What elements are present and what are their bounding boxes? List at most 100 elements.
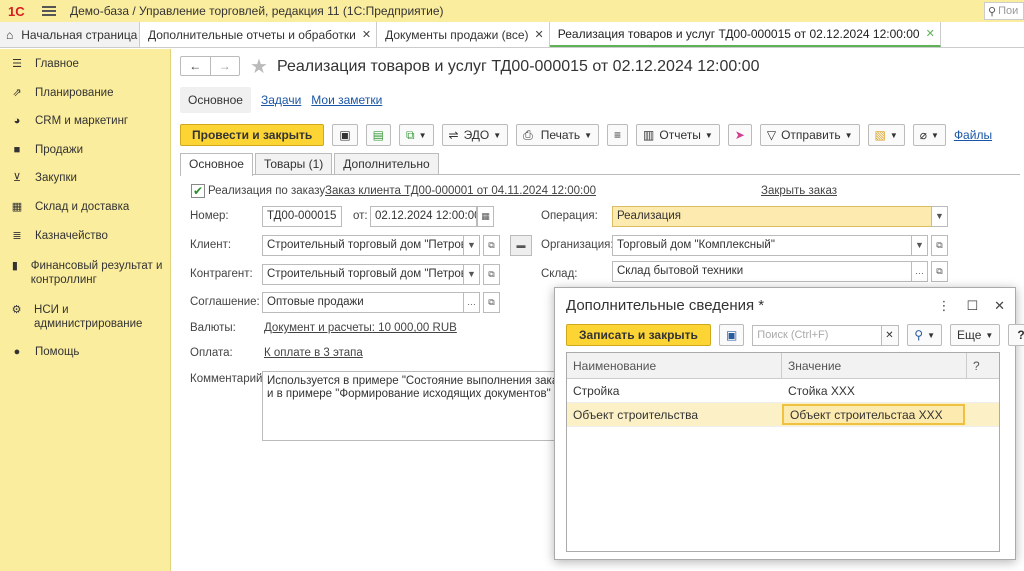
open-icon[interactable]: ⧉ [931,235,948,256]
sidebar-item-main[interactable]: ☰ Главное [0,49,170,78]
chevron-down-icon: ▼ [927,330,935,340]
chevron-down-icon[interactable]: ▼ [931,206,948,227]
agreement-field[interactable]: Оптовые продажи [262,292,464,313]
print-button[interactable]: ⎙ Печать ▼ [516,124,600,146]
row-value[interactable]: Стойка XXX [782,379,967,402]
open-icon[interactable]: ⧉ [931,261,948,282]
subnav-main[interactable]: Основное [180,87,251,113]
maximize-icon[interactable]: ☐ [966,298,978,314]
card-icon[interactable]: ▬ [510,235,532,256]
column-header-help[interactable]: ? [967,353,999,378]
chevron-down-icon: ▼ [985,330,994,340]
row-name: Объект строительства [573,408,699,422]
send-button[interactable]: ▽ Отправить ▼ [759,124,860,146]
sidebar-item-help[interactable]: ● Помощь [0,337,170,366]
ellipsis-icon[interactable]: … [911,261,928,282]
close-icon[interactable]: ✕ [535,28,544,41]
order-link[interactable]: Заказ клиента ТД00-000001 от 04.11.2024 … [325,185,596,197]
sidebar-item-finance[interactable]: ▮ Финансовый результат и контроллинг [0,249,170,293]
save-button[interactable]: ▣ [718,324,745,346]
structure-button[interactable]: ≡ [607,124,629,146]
more-vertical-icon[interactable]: ⋮ [937,298,950,314]
dialog-title: Дополнительные сведения * [566,297,765,314]
sidebar-item-purchases[interactable]: ⊻ Закупки [0,163,170,192]
column-header-value[interactable]: Значение [782,353,967,378]
main-menu-icon[interactable] [42,6,56,16]
operation-field[interactable]: Реализация [612,206,932,227]
menu-lines-icon: ☰ [12,58,22,70]
tab-additional-reports[interactable]: Дополнительные отчеты и обработки ✕ [140,22,378,47]
close-icon[interactable]: ✕ [994,298,1005,314]
help-button[interactable]: ? [1008,324,1024,346]
tab-sales-documents[interactable]: Документы продажи (все) ✕ [377,22,550,47]
dialog-search-input[interactable]: Поиск (Ctrl+F) [752,324,883,346]
number-label: Номер: [190,210,229,222]
warehouse-field[interactable]: Склад бытовой техники [612,261,912,282]
organization-field[interactable]: Торговый дом "Комплексный" [612,235,912,256]
attachments-menu-button[interactable]: ▧ ▼ [867,124,905,146]
more-button[interactable]: Еще ▼ [950,324,1001,346]
global-search-input[interactable]: ⚲ Пои [984,2,1024,20]
table-row[interactable]: Объект строительства Объект строительста… [567,403,999,427]
sidebar-item-planning[interactable]: ⇗ Планирование [0,78,170,107]
close-icon[interactable]: ✕ [362,28,371,41]
sidebar-item-treasury[interactable]: ≣ Казначейство [0,221,170,250]
chevron-down-icon: ▼ [931,130,939,140]
clip-button[interactable]: ⌀ ▼ [912,124,946,146]
cart-icon: ⊻ [12,172,22,185]
client-field[interactable]: Строительный торговый дом "Петрович" [262,235,464,256]
chevron-down-icon[interactable]: ▼ [463,264,480,285]
flow-button[interactable]: ➤ [727,124,752,146]
chevron-down-icon: ▼ [889,130,898,140]
sidebar-item-admin[interactable]: ⚙ НСИ и администрирование [0,293,170,337]
chevron-down-icon[interactable]: ▼ [911,235,928,256]
by-order-checkbox[interactable]: ✔ [191,184,205,198]
number-field[interactable]: ТД00-000015 [262,206,342,227]
tab-goods[interactable]: Товары (1) [254,153,333,174]
column-header-name[interactable]: Наименование [567,353,782,378]
form-subnav: Основное Задачи Мои заметки [180,87,382,113]
save-button[interactable]: ▣ [332,124,358,146]
additional-info-dialog: Дополнительные сведения * ⋮ ☐ ✕ Записать… [554,287,1024,560]
tab-additional[interactable]: Дополнительно [334,153,439,174]
open-icon[interactable]: ⧉ [483,264,500,285]
sidebar-item-crm[interactable]: ◕ CRM и маркетинг [0,106,170,135]
clear-search-button[interactable]: ✕ [881,324,900,346]
comment-field[interactable]: Используется в примере "Состояние выполн… [262,371,562,441]
tab-home[interactable]: ⌂ Начальная страница [0,22,140,47]
sidebar-item-sales[interactable]: ■ Продажи [0,135,170,164]
forward-arrow-icon[interactable]: → [211,57,240,75]
reports-button[interactable]: ▥ Отчеты ▼ [636,124,720,146]
create-based-on-button[interactable]: ⧉ ▼ [399,124,434,146]
open-icon[interactable]: ⧉ [483,292,500,313]
payment-link[interactable]: К оплате в 3 этапа [264,347,363,359]
ellipsis-icon[interactable]: … [463,292,480,313]
tab-basic[interactable]: Основное [180,153,253,176]
find-button[interactable]: ⚲ ▼ [907,324,942,346]
close-icon[interactable]: ✕ [926,27,935,40]
table-row[interactable]: Стройка Стойка XXX [567,379,999,403]
tab-sales-invoice[interactable]: Реализация товаров и услуг ТД00-000015 о… [549,22,941,47]
operation-label: Операция: [541,210,598,222]
sidebar: ☰ Главное ⇗ Планирование ◕ CRM и маркетинг … [0,49,171,571]
favorite-star-icon[interactable]: ★ [250,54,268,79]
post-button[interactable]: ▤ [365,124,391,146]
subnav-notes[interactable]: Мои заметки [311,93,382,107]
subnav-tasks[interactable]: Задачи [261,93,301,107]
edo-icon: ⇌ [448,128,459,142]
calendar-icon[interactable]: ▦ [477,206,494,227]
currency-link[interactable]: Документ и расчеты: 10 000,00 RUB [264,322,457,334]
save-and-close-button[interactable]: Записать и закрыть [566,324,711,346]
table-header: Наименование Значение ? [567,353,999,379]
post-and-close-button[interactable]: Провести и закрыть [180,124,325,146]
sidebar-item-warehouse[interactable]: ▦ Склад и доставка [0,192,170,221]
chevron-down-icon[interactable]: ▼ [463,235,480,256]
counterparty-field[interactable]: Строительный торговый дом "Петрович" [262,264,464,285]
back-arrow-icon[interactable]: ← [181,57,211,75]
close-order-link[interactable]: Закрыть заказ [761,185,837,197]
date-field[interactable]: 02.12.2024 12:00:00 [370,206,477,227]
row-value-edit[interactable]: Объект строительстаа XXX [782,404,965,425]
edo-button[interactable]: ⇌ ЭДО ▼ [441,124,509,146]
open-icon[interactable]: ⧉ [483,235,500,256]
files-link[interactable]: Файлы [954,128,992,142]
